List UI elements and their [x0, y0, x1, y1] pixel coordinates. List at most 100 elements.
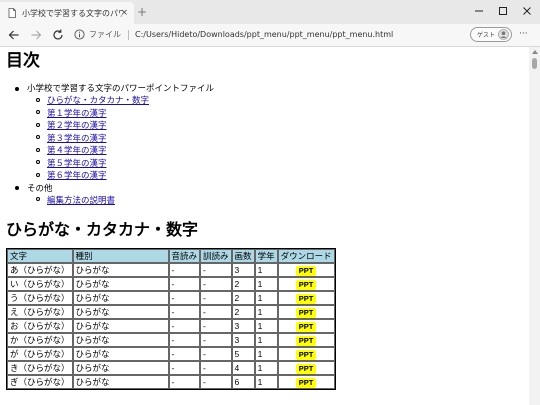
cell-kun-reading: -	[200, 375, 232, 389]
column-header: 音読み	[168, 249, 201, 263]
ppt-download-link[interactable]: PPT	[295, 350, 317, 360]
column-header: 種別	[72, 249, 169, 263]
cell-grade: 1	[254, 319, 278, 333]
browser-tab[interactable]: 小学校で学習する文字のパワーポイ ×	[0, 2, 134, 24]
cell-on-reading: -	[168, 375, 201, 389]
cell-strokes: 3	[231, 263, 255, 277]
toc-link[interactable]: 編集方法の説明書	[47, 195, 115, 205]
toc-link[interactable]: 第４学年の漢字	[47, 145, 107, 155]
bullet	[36, 122, 40, 127]
cell-character: い（ひらがな）	[7, 277, 73, 291]
ppt-download-link[interactable]: PPT	[295, 378, 317, 388]
cell-strokes: 2	[231, 305, 255, 319]
column-header: 文字	[7, 249, 73, 263]
toc-item-label: 小学校で学習する文字のパワーポイントファイル	[27, 83, 215, 93]
toc-link[interactable]: 第５学年の漢字	[47, 158, 107, 168]
bullet	[36, 110, 40, 114]
cell-type: ひらがな	[72, 305, 169, 319]
cell-download: PPT	[277, 263, 335, 277]
table-row: ぎ（ひらがな） ひらがな - - 6 1 PPT	[7, 375, 335, 389]
toc-link[interactable]: 第２学年の漢字	[47, 120, 107, 130]
cell-download: PPT	[277, 347, 335, 361]
ppt-download-link[interactable]: PPT	[295, 294, 317, 304]
forward-icon[interactable]	[29, 28, 43, 42]
info-icon[interactable]	[74, 29, 85, 40]
table-header-row: 文字 種別 音読み 訓読み 画数 学年 ダウンロード	[7, 249, 335, 263]
tab-close-button[interactable]: ×	[120, 7, 128, 19]
scrollbar-thumb[interactable]	[532, 58, 537, 69]
ppt-download-link[interactable]: PPT	[295, 308, 317, 318]
cell-kun-reading: -	[200, 263, 232, 277]
toc-link[interactable]: 第１学年の漢字	[47, 108, 107, 118]
cell-on-reading: -	[168, 291, 201, 305]
cell-on-reading: -	[168, 333, 201, 347]
bullet	[15, 186, 19, 190]
cell-type: ひらがな	[72, 319, 169, 333]
bullet	[15, 86, 19, 91]
cell-strokes: 5	[231, 347, 255, 361]
maximize-icon[interactable]	[496, 4, 510, 18]
profile-label: ゲスト	[477, 32, 496, 39]
cell-kun-reading: -	[200, 347, 232, 361]
toc-sublist: 編集方法の説明書	[27, 194, 526, 207]
toc-item-label: その他	[27, 182, 53, 193]
toc-subitem: 第４学年の漢字	[27, 144, 526, 157]
cell-character: ぎ（ひらがな）	[7, 375, 73, 389]
column-header: 画数	[231, 249, 255, 263]
tab-strip: 小学校で学習する文字のパワーポイ × +	[0, 0, 540, 24]
toc-subitem: 第２学年の漢字	[27, 119, 526, 132]
cell-character: か（ひらがな）	[7, 333, 73, 347]
ppt-download-link[interactable]: PPT	[295, 322, 317, 332]
cell-download: PPT	[277, 333, 335, 347]
divider	[128, 29, 129, 40]
cell-on-reading: -	[168, 319, 201, 333]
cell-type: ひらがな	[72, 291, 169, 305]
cell-download: PPT	[277, 291, 335, 305]
more-menu-button[interactable]: ···	[519, 28, 528, 40]
scheme-label: ファイル	[89, 30, 121, 39]
cell-kun-reading: -	[200, 291, 232, 305]
ppt-download-link[interactable]: PPT	[295, 280, 317, 290]
bullet	[36, 135, 40, 139]
toc-link[interactable]: 第６学年の漢字	[47, 170, 107, 180]
table-row: き（ひらがな） ひらがな - - 4 1 PPT	[7, 361, 335, 375]
column-header: ダウンロード	[277, 249, 335, 263]
address-bar[interactable]: ファイル C:/Users/Hideto/Downloads/ppt_menu/…	[72, 27, 462, 42]
cell-on-reading: -	[168, 347, 201, 361]
ppt-download-link[interactable]: PPT	[295, 336, 317, 346]
cell-download: PPT	[277, 277, 335, 291]
refresh-icon[interactable]	[51, 28, 65, 42]
table-row: か（ひらがな） ひらがな - - 3 1 PPT	[7, 333, 335, 347]
page-viewport: 目次 小学校で学習する文字のパワーポイントファイル ひらがな・カタカナ・数字 第…	[0, 47, 529, 405]
cell-character: が（ひらがな）	[7, 347, 73, 361]
tab-title: 小学校で学習する文字のパワーポイ	[22, 8, 122, 18]
new-tab-button[interactable]: +	[137, 4, 147, 20]
cell-grade: 1	[254, 361, 278, 375]
cell-character: う（ひらがな）	[7, 291, 73, 305]
table-body: あ（ひらがな） ひらがな - - 3 1 PPT い（ひらがな） ひらがな - …	[7, 263, 335, 389]
cell-kun-reading: -	[200, 361, 232, 375]
url-text[interactable]: C:/Users/Hideto/Downloads/ppt_menu/ppt_m…	[135, 30, 393, 39]
minimize-icon[interactable]	[472, 4, 486, 18]
toc-subitem: 第５学年の漢字	[27, 157, 526, 170]
toc-subitem: ひらがな・カタカナ・数字	[27, 94, 526, 107]
column-header: 訓読み	[200, 249, 232, 263]
vertical-scrollbar[interactable]	[529, 47, 540, 405]
cell-kun-reading: -	[200, 319, 232, 333]
profile-button[interactable]: ゲスト	[470, 27, 512, 42]
cell-type: ひらがな	[72, 375, 169, 389]
table-row: が（ひらがな） ひらがな - - 5 1 PPT	[7, 347, 335, 361]
cell-on-reading: -	[168, 305, 201, 319]
scroll-up-icon[interactable]	[532, 50, 538, 54]
page-content: 目次 小学校で学習する文字のパワーポイントファイル ひらがな・カタカナ・数字 第…	[6, 47, 526, 390]
ppt-download-link[interactable]: PPT	[295, 364, 317, 374]
toc-item: 小学校で学習する文字のパワーポイントファイル ひらがな・カタカナ・数字 第１学年…	[6, 82, 526, 182]
ppt-download-link[interactable]: PPT	[295, 266, 317, 276]
close-icon[interactable]	[520, 4, 534, 18]
toc-link[interactable]: ひらがな・カタカナ・数字	[47, 95, 149, 105]
cell-character: あ（ひらがな）	[7, 263, 73, 277]
toc-subitem: 第６学年の漢字	[27, 169, 526, 182]
cell-grade: 1	[254, 347, 278, 361]
toc-link[interactable]: 第３学年の漢字	[47, 133, 107, 143]
back-icon[interactable]	[7, 28, 21, 42]
